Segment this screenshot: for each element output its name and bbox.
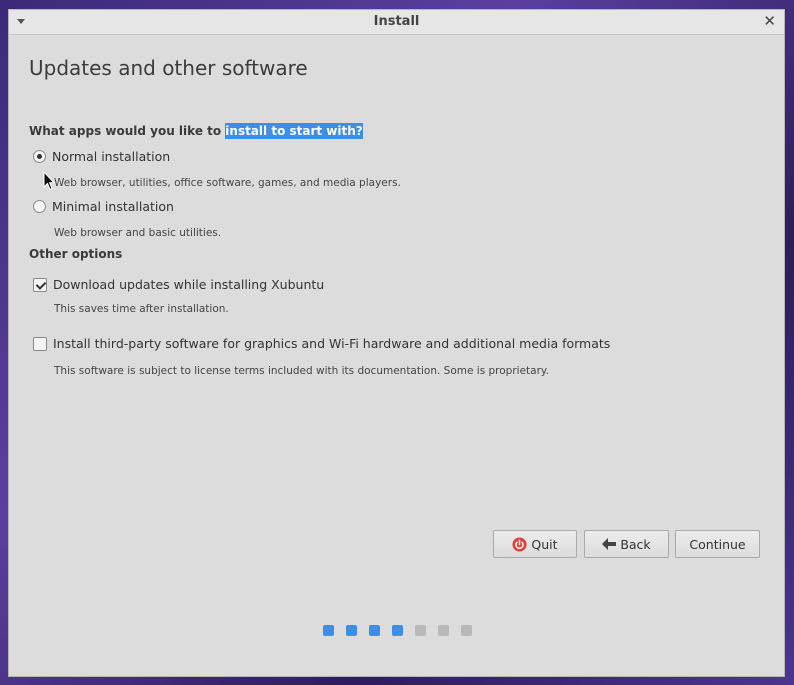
title-bar: Install ✕ bbox=[9, 10, 784, 35]
normal-installation-desc: Web browser, utilities, office software,… bbox=[54, 177, 401, 189]
progress-step-dot bbox=[323, 625, 334, 636]
installer-window: Install ✕ Updates and other software Wha… bbox=[8, 9, 785, 677]
normal-installation-radio[interactable]: Normal installation bbox=[33, 149, 170, 164]
minimal-installation-label: Minimal installation bbox=[52, 199, 174, 214]
window-title: Install bbox=[373, 14, 420, 29]
download-updates-checkbox[interactable]: Download updates while installing Xubunt… bbox=[33, 277, 324, 292]
progress-step-dot bbox=[369, 625, 380, 636]
continue-button[interactable]: Continue bbox=[675, 530, 760, 558]
quit-button[interactable]: Quit bbox=[493, 530, 577, 558]
progress-step-dot bbox=[392, 625, 403, 636]
back-button[interactable]: Back bbox=[584, 530, 669, 558]
third-party-checkbox[interactable]: Install third-party software for graphic… bbox=[33, 336, 610, 351]
radio-unselected-icon[interactable] bbox=[33, 200, 46, 213]
quit-label: Quit bbox=[531, 536, 558, 552]
question-prefix: What apps would you like to bbox=[29, 124, 226, 138]
apps-question: What apps would you like to install to s… bbox=[29, 123, 363, 139]
third-party-label: Install third-party software for graphic… bbox=[53, 336, 611, 351]
progress-step-dot bbox=[346, 625, 357, 636]
minimal-installation-desc: Web browser and basic utilities. bbox=[54, 227, 222, 239]
progress-step-dot bbox=[461, 625, 472, 636]
back-label: Back bbox=[620, 536, 651, 552]
download-updates-label: Download updates while installing Xubunt… bbox=[53, 277, 325, 292]
progress-step-dot bbox=[415, 625, 426, 636]
page-title: Updates and other software bbox=[29, 56, 308, 80]
minimal-installation-radio[interactable]: Minimal installation bbox=[33, 199, 174, 214]
checkbox-unchecked-icon[interactable] bbox=[33, 336, 47, 351]
progress-indicator bbox=[323, 625, 472, 636]
continue-label: Continue bbox=[689, 536, 746, 552]
back-arrow-icon bbox=[602, 538, 617, 550]
other-options-heading: Other options bbox=[29, 247, 123, 261]
radio-selected-icon[interactable] bbox=[33, 150, 46, 163]
progress-step-dot bbox=[438, 625, 449, 636]
checkbox-checked-icon[interactable] bbox=[33, 277, 47, 292]
question-selected-text: install to start with? bbox=[225, 123, 363, 139]
mouse-cursor-icon bbox=[43, 170, 56, 195]
normal-installation-label: Normal installation bbox=[52, 149, 171, 164]
download-updates-desc: This saves time after installation. bbox=[54, 303, 229, 315]
power-icon bbox=[512, 536, 527, 552]
third-party-desc: This software is subject to license term… bbox=[54, 365, 549, 377]
close-icon[interactable]: ✕ bbox=[763, 12, 776, 30]
